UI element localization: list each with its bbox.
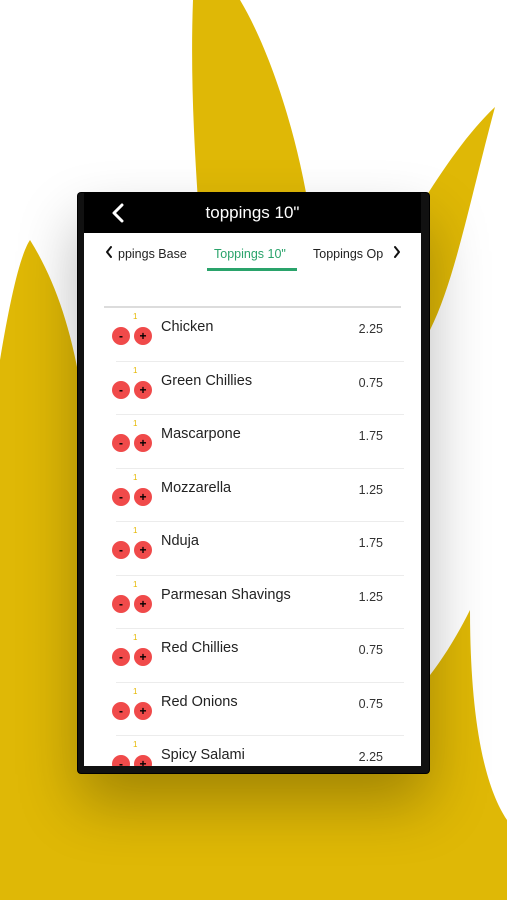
increase-quantity-button[interactable]: + xyxy=(134,755,152,766)
topping-price: 1.75 xyxy=(358,536,383,550)
increase-quantity-button[interactable]: + xyxy=(134,434,152,452)
topping-price: 1.75 xyxy=(358,429,383,443)
increase-quantity-button[interactable]: + xyxy=(134,648,152,666)
quantity-label: 1 xyxy=(133,579,138,589)
increase-quantity-button[interactable]: + xyxy=(134,541,152,559)
decrease-quantity-button[interactable]: - xyxy=(112,487,130,506)
increase-quantity-button[interactable]: + xyxy=(134,380,152,399)
list-item: 1 - + Spicy Salami 2.25 xyxy=(84,736,421,766)
decrease-quantity-button[interactable]: - xyxy=(112,434,130,452)
navbar: toppings 10" xyxy=(84,193,421,233)
quantity-label: 1 xyxy=(133,526,138,535)
list-item: 1 - + Nduja 1.75 xyxy=(84,522,421,576)
quantity-label: 1 xyxy=(133,740,138,749)
chevron-right-icon xyxy=(394,246,400,258)
quantity-label: 1 xyxy=(133,419,138,428)
topping-price: 0.75 xyxy=(358,643,383,657)
topping-name: Spicy Salami xyxy=(161,747,245,763)
category-tabs: ppings Base Toppings 10" Toppings Op xyxy=(84,233,421,275)
topping-name: Chicken xyxy=(161,319,214,335)
tab-toppings-options[interactable]: Toppings Op xyxy=(313,247,383,261)
topping-price: 1.25 xyxy=(358,482,383,497)
topping-price: 0.75 xyxy=(358,375,383,390)
quantity-label: 1 xyxy=(133,312,138,321)
tab-toppings-10[interactable]: Toppings 10" xyxy=(214,247,286,261)
tabs-scroll-right-button[interactable] xyxy=(392,245,406,261)
chevron-left-icon xyxy=(106,246,112,258)
toppings-list: 1 - + Chicken 2.25 1 - + Green Chillies … xyxy=(84,308,421,766)
page-title: toppings 10" xyxy=(205,203,300,222)
list-item: 1 - + Chicken 2.25 xyxy=(84,308,421,362)
tab-toppings-base[interactable]: ppings Base xyxy=(118,247,187,261)
topping-name: Red Chillies xyxy=(161,640,239,656)
decrease-quantity-button[interactable]: - xyxy=(112,327,130,345)
topping-price: 2.25 xyxy=(358,322,383,336)
phone-frame: toppings 10" ppings Base Toppings 10" To… xyxy=(78,193,429,773)
increase-quantity-button[interactable]: + xyxy=(134,594,152,613)
app-screen: toppings 10" ppings Base Toppings 10" To… xyxy=(84,193,421,766)
list-item: 1 - + Mozzarella 1.25 xyxy=(84,469,421,522)
decrease-quantity-button[interactable]: - xyxy=(112,594,130,613)
decrease-quantity-button[interactable]: - xyxy=(112,541,130,559)
increase-quantity-button[interactable]: + xyxy=(134,327,152,345)
list-item: 1 - + Mascarpone 1.75 xyxy=(84,415,421,469)
decrease-quantity-button[interactable]: - xyxy=(112,701,130,720)
topping-price: 0.75 xyxy=(358,696,383,711)
list-item: 1 - + Green Chillies 0.75 xyxy=(84,362,421,415)
topping-price: 1.25 xyxy=(358,589,383,604)
topping-name: Green Chillies xyxy=(161,372,253,389)
list-item: 1 - + Red Onions 0.75 xyxy=(84,683,421,736)
list-item: 1 - + Parmesan Shavings 1.25 xyxy=(84,576,421,629)
tabs-scroll-left-button[interactable] xyxy=(104,245,118,261)
quantity-label: 1 xyxy=(133,633,138,642)
topping-name: Red Onions xyxy=(161,693,238,710)
quantity-label: 1 xyxy=(133,365,138,375)
quantity-label: 1 xyxy=(133,686,138,696)
increase-quantity-button[interactable]: + xyxy=(134,701,152,720)
topping-name: Mozzarella xyxy=(161,479,232,496)
list-item: 1 - + Red Chillies 0.75 xyxy=(84,629,421,683)
decrease-quantity-button[interactable]: - xyxy=(112,380,130,399)
topping-name: Parmesan Shavings xyxy=(161,586,291,603)
active-tab-indicator xyxy=(207,268,297,271)
topping-price: 2.25 xyxy=(358,750,383,764)
topping-name: Mascarpone xyxy=(161,426,241,442)
topping-name: Nduja xyxy=(161,533,199,549)
quantity-label: 1 xyxy=(133,472,138,482)
decrease-quantity-button[interactable]: - xyxy=(112,648,130,666)
decrease-quantity-button[interactable]: - xyxy=(112,755,130,766)
increase-quantity-button[interactable]: + xyxy=(134,487,152,506)
